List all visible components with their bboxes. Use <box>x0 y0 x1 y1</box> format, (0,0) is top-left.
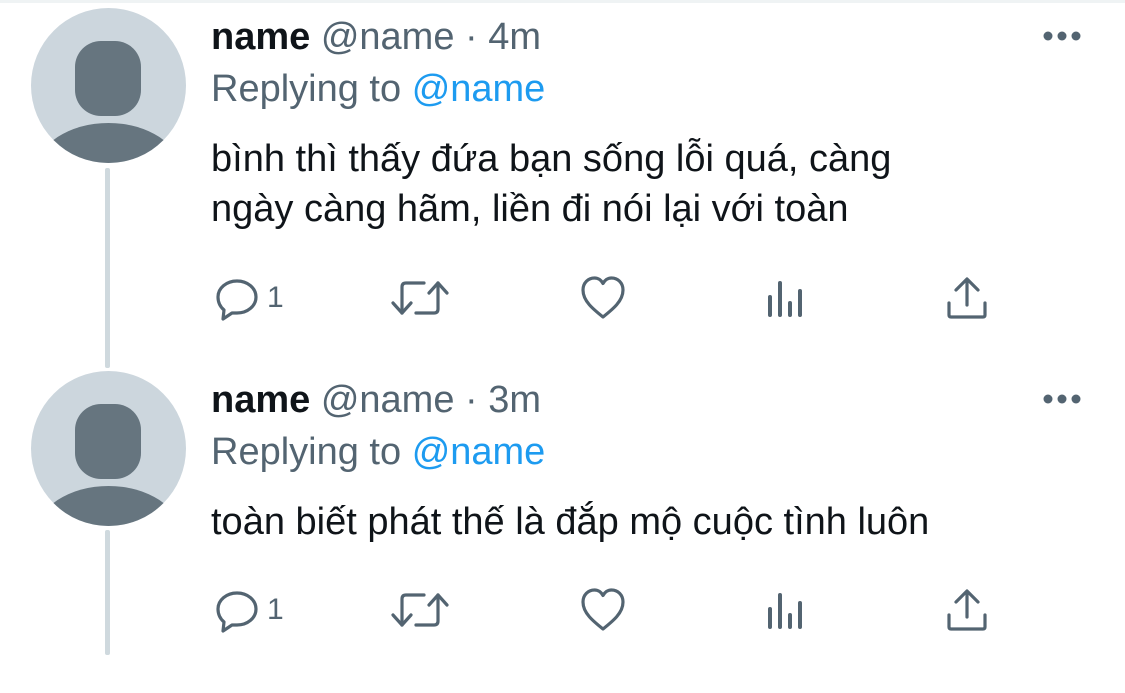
tweet-text: toàn biết phát thế là đắp mộ cuộc tình l… <box>211 497 1071 547</box>
like-button[interactable] <box>579 273 627 323</box>
replying-to-link[interactable]: @name <box>412 68 546 110</box>
replying-to-label: Replying to <box>211 431 402 473</box>
tweet-text-line: toàn biết phát thế là đắp mộ cuộc tình l… <box>211 501 930 543</box>
display-name[interactable]: name <box>211 16 310 58</box>
more-options-button[interactable] <box>1040 389 1084 409</box>
tweet-text: bình thì thấy đứa bạn sống lỗi quá, càng… <box>211 134 1071 234</box>
share-icon <box>947 589 987 631</box>
more-horizontal-icon <box>1043 31 1081 41</box>
like-button[interactable] <box>579 585 627 635</box>
tweet[interactable]: name @name · 3m Replying to @name toàn b… <box>0 363 1125 693</box>
replying-to: Replying to @name <box>211 66 545 112</box>
reply-count: 1 <box>267 281 284 314</box>
replying-to-label: Replying to <box>211 68 402 110</box>
separator-dot: · <box>465 379 478 421</box>
action-bar: 1 <box>211 273 1011 323</box>
display-name[interactable]: name <box>211 379 310 421</box>
retweet-icon <box>391 281 449 315</box>
default-avatar-icon <box>37 41 180 163</box>
tweet-text-line: bình thì thấy đứa bạn sống lỗi quá, càng <box>211 138 892 180</box>
retweet-button[interactable] <box>390 273 450 323</box>
action-bar: 1 <box>211 585 1011 635</box>
reply-count: 1 <box>267 593 284 626</box>
reply-button[interactable]: 1 <box>215 273 284 323</box>
retweet-button[interactable] <box>390 585 450 635</box>
views-button[interactable] <box>766 585 806 635</box>
user-handle[interactable]: @name <box>321 16 455 58</box>
timestamp[interactable]: 3m <box>488 379 541 421</box>
reply-button[interactable]: 1 <box>215 585 284 635</box>
reply-icon <box>216 279 258 321</box>
replying-to-link[interactable]: @name <box>412 431 546 473</box>
reply-icon <box>216 591 258 633</box>
tweet-text-line: ngày càng hãm, liền đi nói lại với toàn <box>211 188 849 230</box>
more-horizontal-icon <box>1043 394 1081 404</box>
replying-to: Replying to @name <box>211 429 545 475</box>
user-handle[interactable]: @name <box>321 379 455 421</box>
avatar[interactable] <box>31 371 186 526</box>
analytics-icon <box>768 593 802 629</box>
share-button[interactable] <box>945 585 989 635</box>
analytics-icon <box>768 281 802 317</box>
views-button[interactable] <box>766 273 806 323</box>
share-icon <box>947 277 987 319</box>
timestamp[interactable]: 4m <box>488 16 541 58</box>
separator-dot: · <box>465 16 478 58</box>
like-icon <box>581 276 625 319</box>
tweet[interactable]: name @name · 4m Replying to @name bình t… <box>0 0 1125 330</box>
tweet-header: name @name · 3m <box>211 377 541 423</box>
share-button[interactable] <box>945 273 989 323</box>
tweet-header: name @name · 4m <box>211 14 541 60</box>
like-icon <box>581 588 625 631</box>
more-options-button[interactable] <box>1040 26 1084 46</box>
retweet-icon <box>391 593 449 627</box>
default-avatar-icon <box>37 404 180 526</box>
avatar[interactable] <box>31 8 186 163</box>
